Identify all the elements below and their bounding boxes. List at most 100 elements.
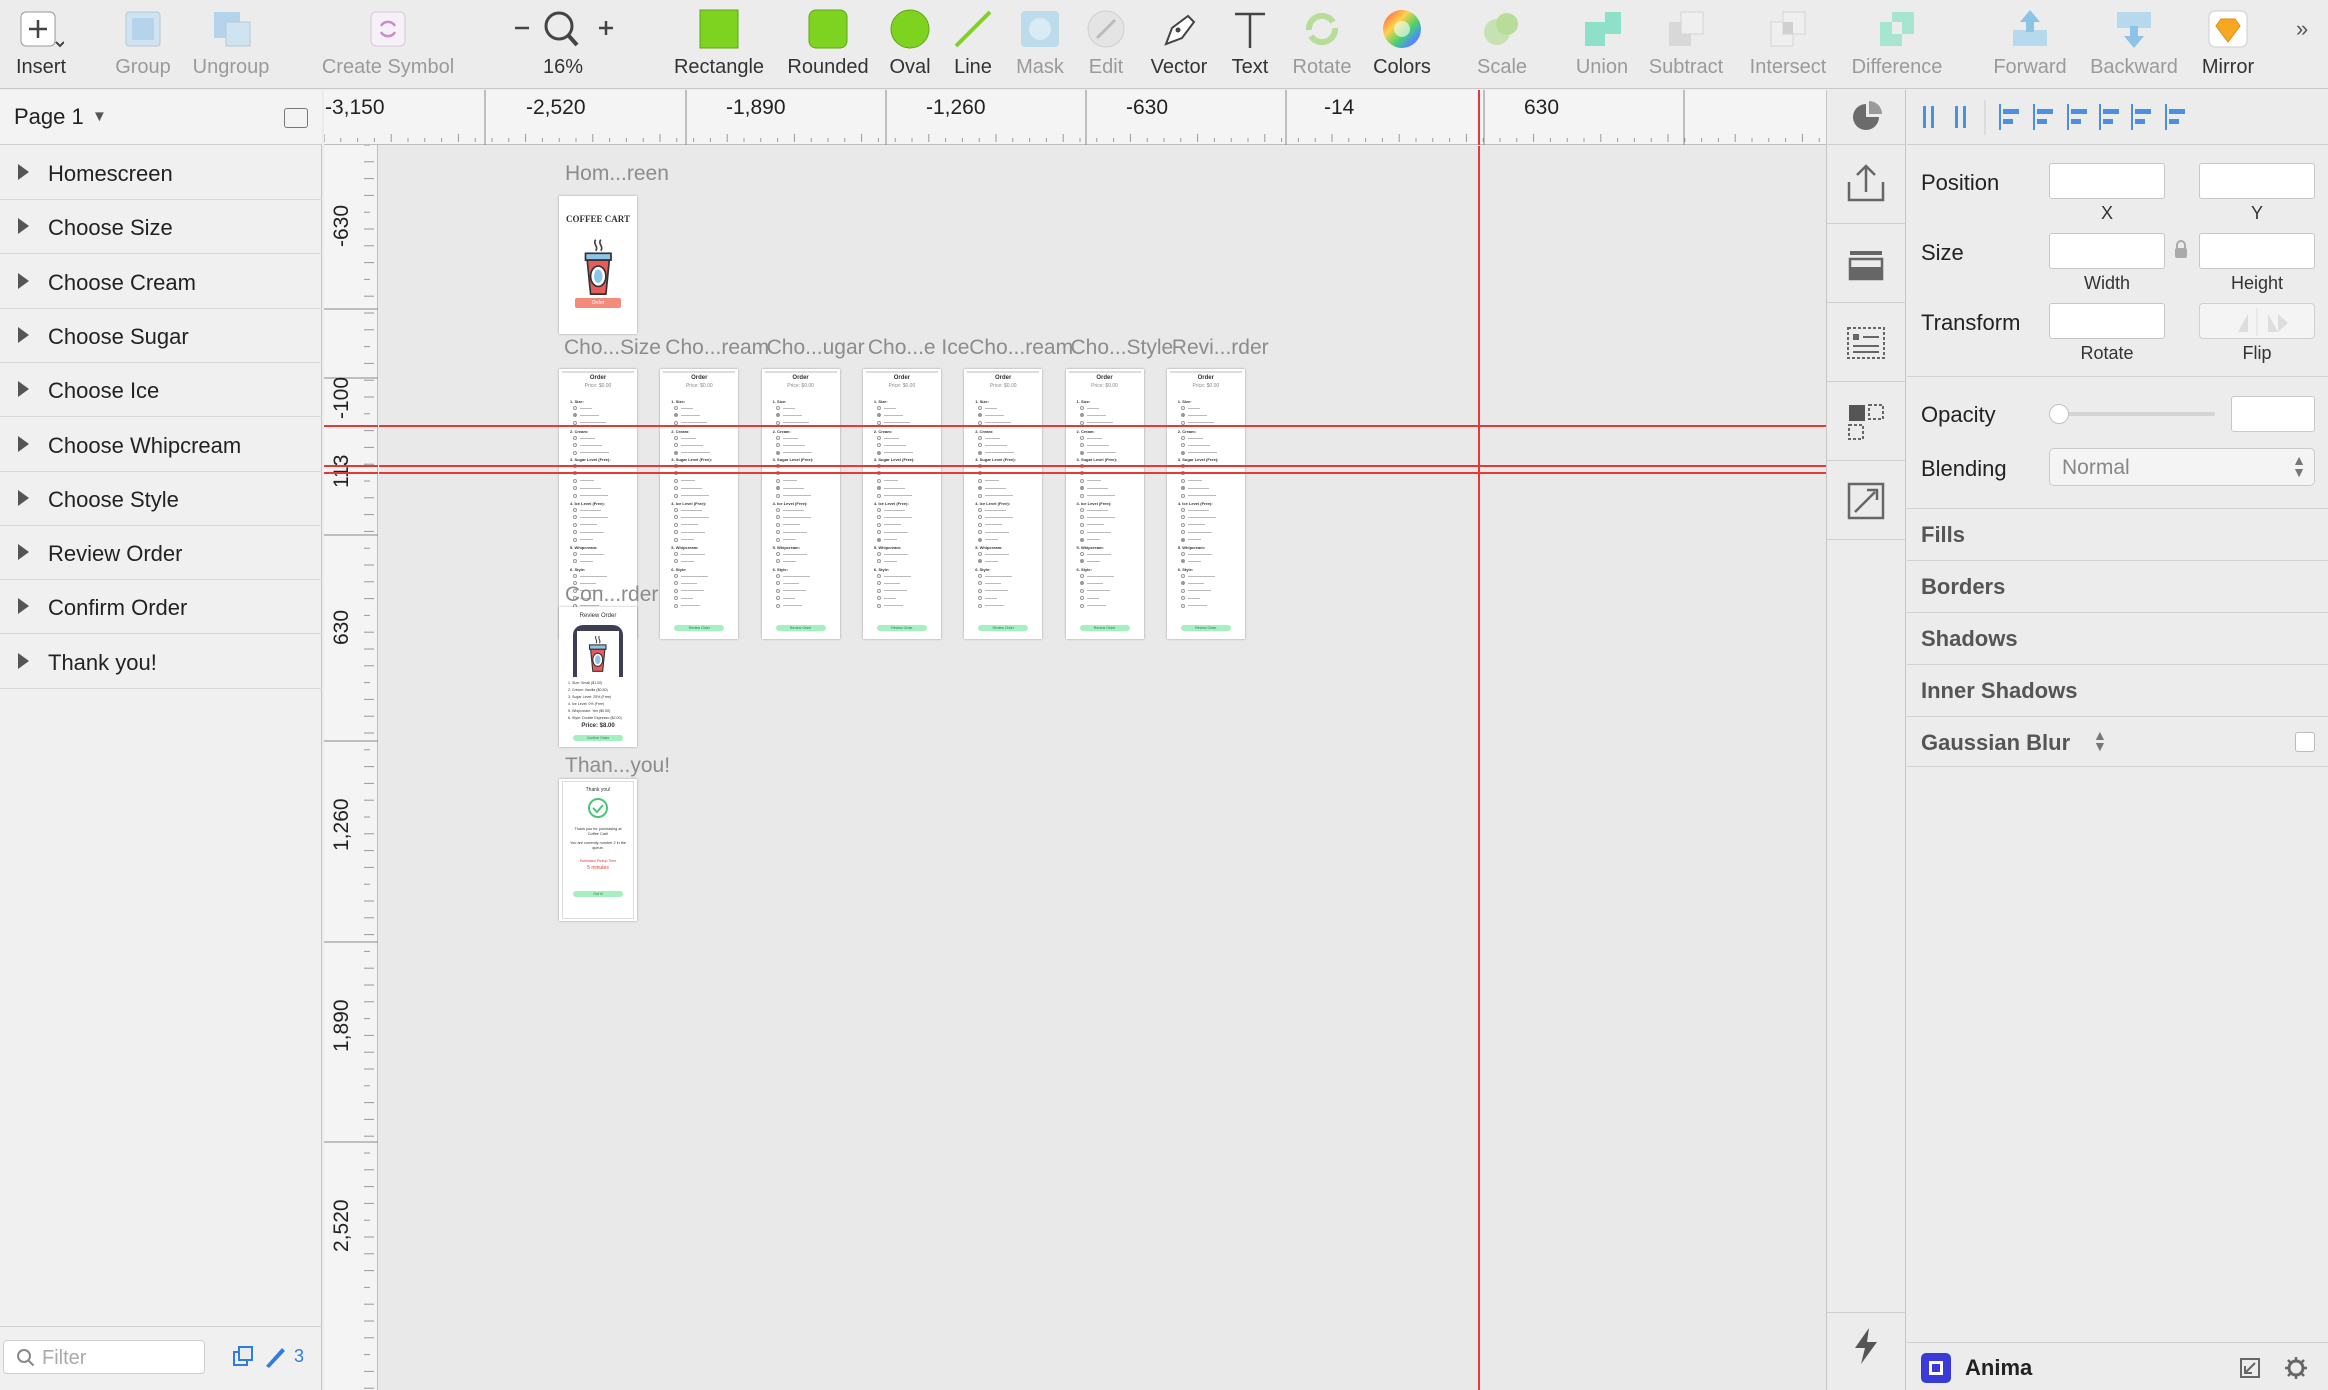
rounded-button[interactable]: Rounded bbox=[778, 0, 878, 89]
radio-button[interactable] bbox=[978, 574, 983, 578]
radio-button[interactable] bbox=[978, 588, 983, 593]
align-icon[interactable] bbox=[2165, 104, 2185, 130]
radio-button[interactable] bbox=[1079, 515, 1084, 520]
radio-button[interactable] bbox=[775, 478, 780, 483]
radio-button[interactable] bbox=[876, 574, 881, 578]
disclosure-triangle-icon[interactable] bbox=[18, 435, 29, 452]
radio-option[interactable] bbox=[674, 559, 714, 564]
horizontal-ruler[interactable]: -3,150 -2,520 -1,890 -1,260 -630 -14 630 bbox=[324, 90, 1826, 145]
radio-button[interactable] bbox=[1180, 450, 1185, 455]
radio-button[interactable] bbox=[876, 596, 881, 601]
radio-option[interactable] bbox=[978, 596, 1018, 601]
disclosure-triangle-icon[interactable] bbox=[18, 489, 29, 506]
radio-option[interactable] bbox=[775, 552, 816, 556]
intersect-button[interactable]: Intersect bbox=[1744, 0, 1832, 89]
radio-button[interactable] bbox=[674, 443, 679, 448]
guide-line[interactable] bbox=[379, 425, 1826, 427]
radio-option[interactable] bbox=[1079, 486, 1120, 491]
radio-button[interactable] bbox=[1180, 515, 1185, 520]
radio-button[interactable] bbox=[1079, 443, 1084, 448]
opacity-slider[interactable] bbox=[2049, 412, 2215, 416]
radio-option[interactable] bbox=[775, 443, 816, 448]
radio-option[interactable] bbox=[1079, 574, 1120, 578]
radio-option[interactable] bbox=[978, 537, 1018, 542]
radio-button[interactable] bbox=[573, 436, 577, 440]
radio-option[interactable] bbox=[1180, 508, 1221, 512]
radio-button[interactable] bbox=[573, 508, 577, 512]
radio-option[interactable] bbox=[573, 515, 613, 520]
radio-option[interactable] bbox=[978, 450, 1018, 455]
artboard-confirm-order[interactable]: Review Order 1. Size: Small ($1.00) 2. Cre… bbox=[559, 607, 637, 747]
radio-button[interactable] bbox=[1180, 574, 1185, 578]
radio-button[interactable] bbox=[674, 559, 679, 564]
radio-button[interactable] bbox=[978, 486, 983, 491]
radio-option[interactable] bbox=[674, 413, 714, 418]
radio-button[interactable] bbox=[978, 436, 983, 440]
radio-option[interactable] bbox=[1079, 406, 1120, 410]
lightning-icon[interactable] bbox=[1849, 1326, 1883, 1366]
radio-button[interactable] bbox=[674, 450, 679, 455]
radio-option[interactable] bbox=[1180, 552, 1221, 556]
artboard-name[interactable]: Cho...e Ice bbox=[868, 336, 970, 360]
rotate-input[interactable] bbox=[2049, 303, 2165, 339]
radio-button[interactable] bbox=[876, 508, 881, 512]
radio-button[interactable] bbox=[775, 588, 780, 593]
radio-button[interactable] bbox=[1079, 508, 1084, 512]
radio-option[interactable] bbox=[1079, 581, 1120, 586]
lock-icon[interactable] bbox=[2173, 240, 2189, 260]
radio-option[interactable] bbox=[674, 406, 714, 410]
artboard-name[interactable]: Than...you! bbox=[565, 754, 670, 778]
radio-button[interactable] bbox=[573, 443, 577, 448]
radio-button[interactable] bbox=[1079, 574, 1084, 578]
radio-button[interactable] bbox=[876, 478, 881, 483]
radio-button[interactable] bbox=[1180, 443, 1185, 448]
radio-button[interactable] bbox=[674, 603, 679, 608]
export-icon[interactable] bbox=[1827, 146, 1905, 224]
radio-button[interactable] bbox=[876, 603, 881, 608]
artboard-name[interactable]: Cho...ream bbox=[969, 336, 1073, 360]
group-button[interactable]: Group bbox=[106, 0, 180, 89]
radio-button[interactable] bbox=[876, 522, 881, 527]
mask-button[interactable]: Mask bbox=[1010, 0, 1070, 89]
radio-option[interactable] bbox=[978, 552, 1018, 556]
filter-input[interactable]: Filter bbox=[3, 1340, 205, 1374]
radio-option[interactable] bbox=[674, 552, 714, 556]
order-button[interactable]: Order bbox=[575, 298, 621, 308]
mirror-button[interactable]: Mirror bbox=[2190, 0, 2266, 89]
zoom-control[interactable]: 16% bbox=[505, 0, 621, 89]
radio-button[interactable] bbox=[1180, 413, 1185, 418]
radio-button[interactable] bbox=[978, 413, 983, 418]
review-order-button[interactable]: Review Order bbox=[1079, 625, 1130, 631]
radio-button[interactable] bbox=[775, 537, 780, 542]
radio-button[interactable] bbox=[573, 493, 577, 498]
radio-button[interactable] bbox=[775, 436, 780, 440]
radio-option[interactable] bbox=[876, 552, 917, 556]
radio-option[interactable] bbox=[775, 436, 816, 440]
radio-button[interactable] bbox=[775, 508, 780, 512]
radio-option[interactable] bbox=[775, 559, 816, 564]
radio-button[interactable] bbox=[876, 581, 881, 586]
updown-chevron-icon[interactable]: ▲ ▼ bbox=[2093, 728, 2107, 753]
layer-item[interactable]: Choose Sugar bbox=[0, 309, 322, 363]
artboard-order[interactable]: Order Price: $0.00 1. Size: 2. Cream: 3. Sug… bbox=[1166, 369, 1245, 639]
artboard-order[interactable]: Order Price: $0.00 1. Size: 2. Cream: 3. Sug… bbox=[660, 369, 739, 639]
guide-line[interactable] bbox=[1478, 146, 1480, 1390]
blending-select[interactable]: Normal ▲ ▼ bbox=[2049, 448, 2315, 486]
radio-option[interactable] bbox=[1180, 413, 1221, 418]
radio-button[interactable] bbox=[1079, 450, 1084, 455]
radio-option[interactable] bbox=[876, 588, 917, 593]
radio-option[interactable] bbox=[1180, 530, 1221, 535]
radio-button[interactable] bbox=[1180, 522, 1185, 527]
review-order-button[interactable]: Review Order bbox=[775, 625, 826, 631]
difference-button[interactable]: Difference bbox=[1844, 0, 1950, 89]
height-input[interactable] bbox=[2199, 233, 2315, 269]
radio-option[interactable] bbox=[876, 436, 917, 440]
radio-button[interactable] bbox=[978, 508, 983, 512]
radio-option[interactable] bbox=[573, 450, 613, 455]
layer-item[interactable]: Choose Size bbox=[0, 200, 322, 255]
anima-bar[interactable]: Anima bbox=[1907, 1342, 2328, 1390]
radio-button[interactable] bbox=[775, 450, 780, 455]
components-icon[interactable] bbox=[1827, 383, 1905, 461]
radio-button[interactable] bbox=[1180, 588, 1185, 593]
radio-option[interactable] bbox=[573, 537, 613, 542]
